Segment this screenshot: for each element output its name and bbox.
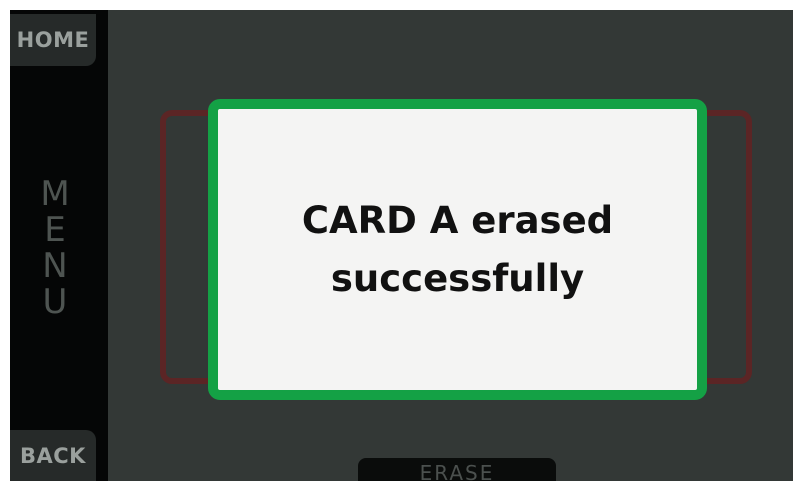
menu-letter-m: M (40, 174, 70, 214)
erase-button[interactable]: ERASE (358, 458, 556, 481)
success-message-line1: CARD A erased (301, 198, 614, 242)
success-dialog[interactable]: CARD A erased successfully (208, 99, 707, 400)
menu-letter-u: U (42, 282, 68, 322)
menu-tab[interactable]: M E N U (10, 68, 108, 428)
device-screen: HOME M E N U BACK ERASE CARD A erased su… (10, 10, 793, 481)
menu-letter-n: N (42, 246, 68, 286)
menu-letter-e: E (44, 210, 66, 250)
success-message-line2: successfully (330, 256, 585, 300)
sidebar: HOME M E N U BACK (10, 10, 108, 481)
success-message: CARD A erased successfully (302, 192, 613, 308)
back-button[interactable]: BACK (10, 430, 96, 481)
home-button[interactable]: HOME (10, 14, 96, 66)
